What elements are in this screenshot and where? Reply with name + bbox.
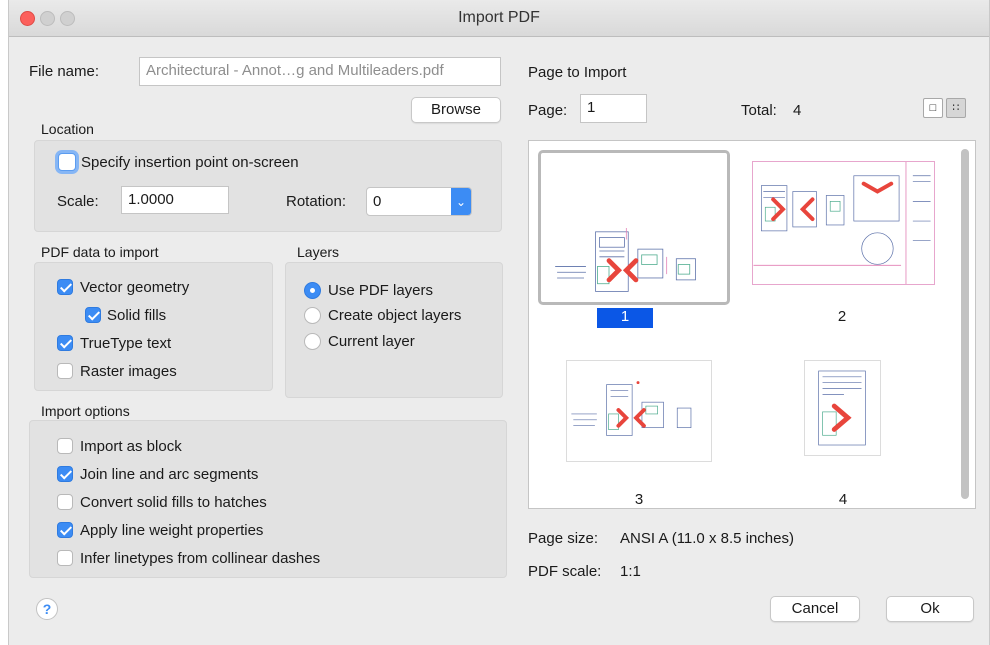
page-thumbnail-label-1: 1 bbox=[597, 308, 653, 328]
import-pdf-dialog: Import PDF File name: Architectural - An… bbox=[8, 0, 990, 645]
window-title: Import PDF bbox=[458, 9, 540, 26]
drawing-preview-1 bbox=[555, 227, 696, 292]
raster-images-checkbox[interactable] bbox=[57, 363, 73, 379]
create-object-layers-label: Create object layers bbox=[328, 307, 462, 324]
layers-heading: Layers bbox=[297, 244, 340, 260]
line-weight-checkbox[interactable] bbox=[57, 522, 73, 538]
use-pdf-layers-radio[interactable] bbox=[304, 282, 321, 299]
page-thumbnail-label-2: 2 bbox=[837, 308, 847, 325]
pdf-scale-value: 1:1 bbox=[620, 563, 641, 580]
scale-input[interactable]: 1.0000 bbox=[121, 186, 229, 214]
help-icon[interactable]: ? bbox=[36, 598, 58, 620]
drawing-preview-4 bbox=[818, 370, 866, 446]
raster-images-label: Raster images bbox=[80, 363, 177, 380]
chevron-down-icon: ⌄ bbox=[451, 188, 471, 215]
rotation-select[interactable]: 0 ⌄ bbox=[366, 187, 472, 216]
page-to-import-heading: Page to Import bbox=[528, 64, 627, 81]
page-thumbnail-4[interactable] bbox=[804, 360, 881, 456]
rotation-label: Rotation: bbox=[286, 193, 347, 210]
drawing-preview-3 bbox=[571, 381, 692, 436]
page-size-label: Page size: bbox=[528, 530, 599, 547]
total-label: Total: bbox=[741, 102, 777, 119]
file-name-field[interactable]: Architectural - Annot…g and Multileaders… bbox=[139, 57, 501, 86]
pdf-data-heading: PDF data to import bbox=[41, 244, 159, 260]
file-name-label: File name: bbox=[29, 63, 100, 80]
specify-insertion-label: Specify insertion point on-screen bbox=[81, 154, 299, 171]
title-bar: Import PDF bbox=[9, 0, 989, 37]
truetype-text-label: TrueType text bbox=[80, 335, 172, 352]
solid-fills-checkbox[interactable] bbox=[85, 307, 101, 323]
page-thumbnail-1[interactable] bbox=[538, 150, 730, 305]
scale-label: Scale: bbox=[57, 193, 99, 210]
truetype-text-checkbox[interactable] bbox=[57, 335, 73, 351]
browse-button[interactable]: Browse bbox=[411, 97, 501, 123]
total-value: 4 bbox=[793, 102, 802, 119]
current-layer-label: Current layer bbox=[328, 333, 415, 350]
vector-geometry-checkbox[interactable] bbox=[57, 279, 73, 295]
import-as-block-checkbox[interactable] bbox=[57, 438, 73, 454]
infer-linetypes-checkbox[interactable] bbox=[57, 550, 73, 566]
page-preview-panel: 1 2 3 4 bbox=[528, 140, 976, 509]
import-as-block-label: Import as block bbox=[80, 438, 182, 455]
page-thumbnail-3[interactable] bbox=[566, 360, 712, 462]
ok-button[interactable]: Ok bbox=[886, 596, 974, 622]
specify-insertion-checkbox[interactable] bbox=[58, 153, 76, 171]
convert-fills-label: Convert solid fills to hatches bbox=[80, 494, 267, 511]
use-pdf-layers-label: Use PDF layers bbox=[328, 282, 434, 299]
page-label: Page: bbox=[528, 102, 568, 119]
cancel-button[interactable]: Cancel bbox=[770, 596, 860, 622]
page-number-input[interactable]: 1 bbox=[580, 94, 647, 123]
pdf-scale-label: PDF scale: bbox=[528, 563, 602, 580]
infer-linetypes-label: Infer linetypes from collinear dashes bbox=[80, 550, 321, 567]
create-object-layers-radio[interactable] bbox=[304, 307, 321, 324]
single-page-view-icon[interactable]: □ bbox=[923, 98, 943, 118]
page-thumbnail-label-4: 4 bbox=[838, 491, 848, 508]
page-thumbnail-2[interactable] bbox=[752, 161, 935, 285]
join-segments-checkbox[interactable] bbox=[57, 466, 73, 482]
vector-geometry-label: Vector geometry bbox=[80, 279, 190, 296]
import-options-heading: Import options bbox=[41, 403, 130, 419]
rotation-value: 0 bbox=[373, 193, 382, 210]
preview-scrollbar[interactable] bbox=[961, 149, 969, 499]
red-marker-icon bbox=[636, 381, 640, 385]
current-layer-radio[interactable] bbox=[304, 333, 321, 350]
join-segments-label: Join line and arc segments bbox=[80, 466, 259, 483]
convert-fills-checkbox[interactable] bbox=[57, 494, 73, 510]
location-heading: Location bbox=[41, 121, 94, 137]
page-size-value: ANSI A (11.0 x 8.5 inches) bbox=[620, 530, 794, 547]
grid-view-icon[interactable]: ∷ bbox=[946, 98, 966, 118]
solid-fills-label: Solid fills bbox=[107, 307, 167, 324]
line-weight-label: Apply line weight properties bbox=[80, 522, 264, 539]
page-thumbnail-label-3: 3 bbox=[634, 491, 644, 508]
drawing-preview-2 bbox=[753, 162, 931, 284]
